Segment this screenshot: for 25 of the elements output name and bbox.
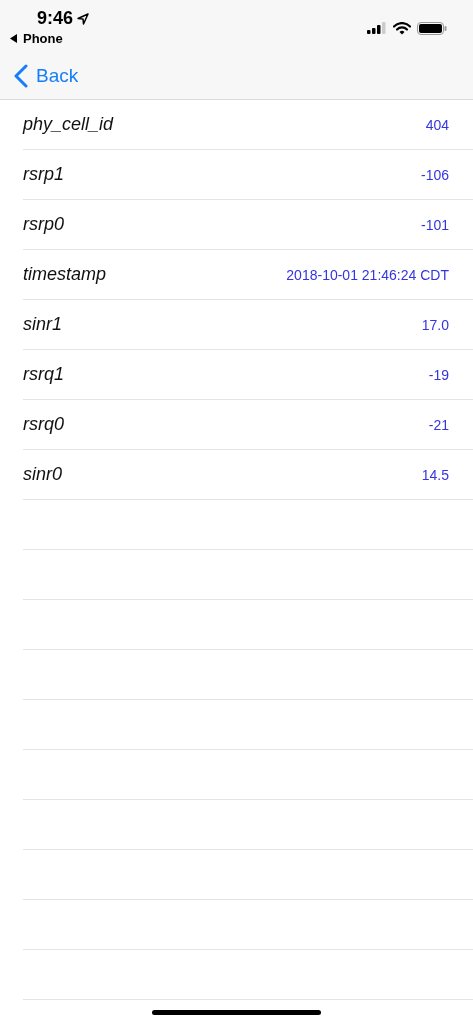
back-to-app-link[interactable]: Phone: [10, 31, 90, 46]
row-value: 2018-10-01 21:46:24 CDT: [286, 266, 449, 283]
back-triangle-icon: [10, 34, 18, 43]
row-value: 17.0: [421, 316, 449, 333]
row-value: -101: [420, 216, 449, 233]
location-arrow-icon: [77, 12, 90, 25]
row-label: sinr0: [23, 464, 62, 485]
row-label: rsrq0: [23, 414, 64, 435]
back-button[interactable]: Back: [14, 64, 79, 88]
chevron-left-icon: [14, 64, 28, 88]
row-label: phy_cell_id: [23, 114, 114, 135]
row-value: -106: [420, 166, 449, 183]
row-value: 14.5: [421, 466, 449, 483]
row-label: rsrp1: [23, 164, 64, 185]
battery-icon: [417, 21, 447, 35]
row-label: timestamp: [23, 264, 107, 285]
row-label: rsrq1: [23, 364, 64, 385]
row-value: -21: [428, 416, 449, 433]
row-value: -19: [428, 366, 449, 383]
signal-icon: [367, 22, 387, 34]
status-time: 9:46: [37, 8, 74, 29]
row-label: sinr1: [23, 314, 62, 335]
row-label: rsrp0: [23, 214, 64, 235]
wifi-icon: [393, 21, 411, 35]
row-value: 404: [425, 116, 449, 133]
